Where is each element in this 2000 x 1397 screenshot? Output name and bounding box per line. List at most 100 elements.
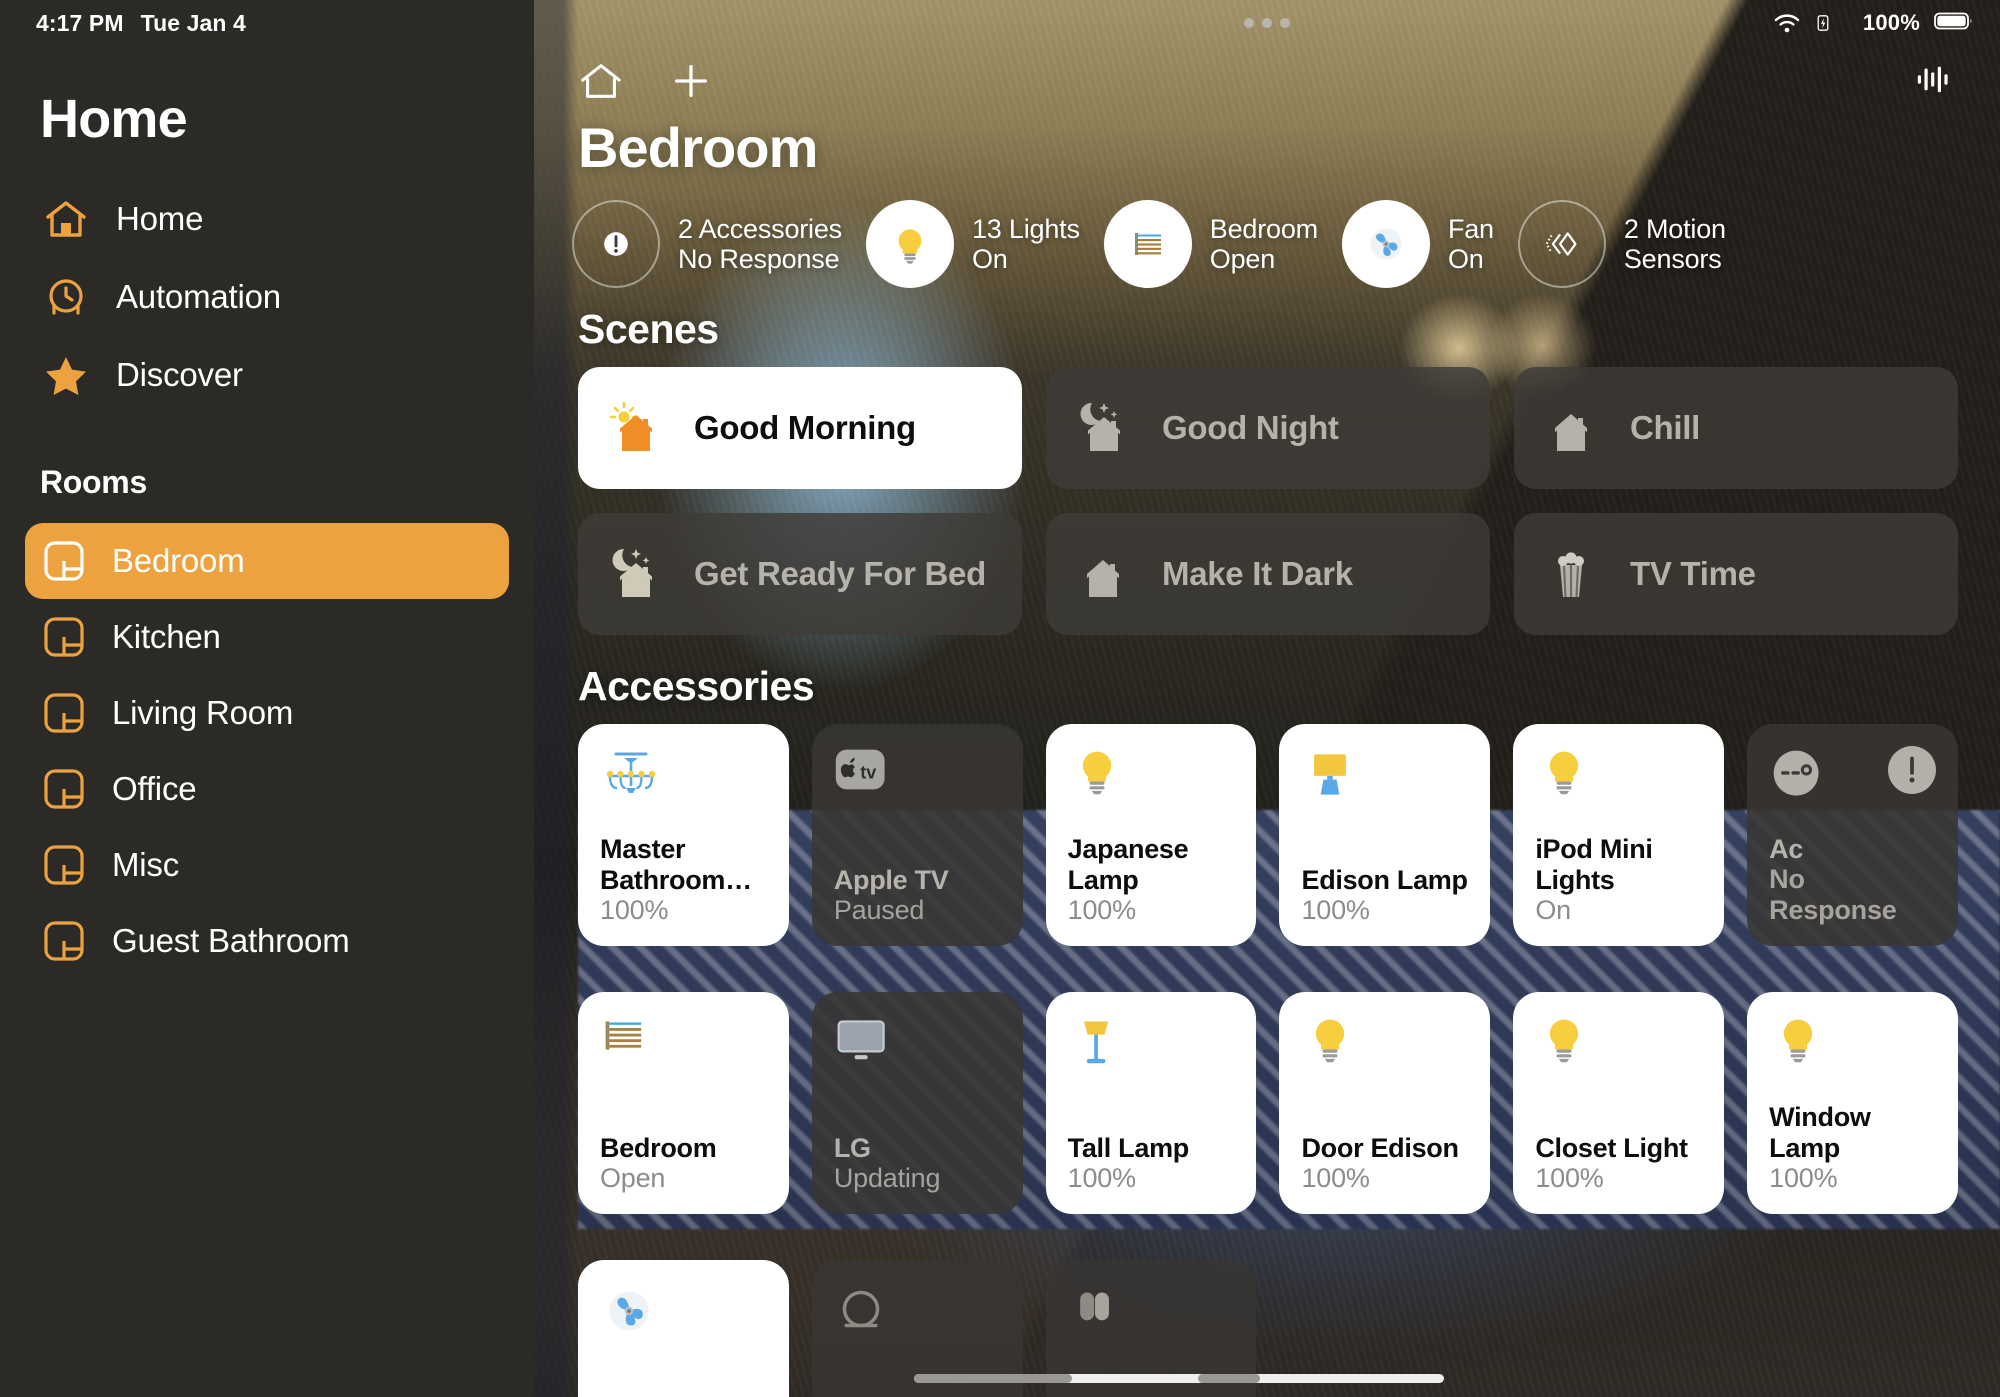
house-icon (1542, 399, 1600, 457)
scene-label: Good Morning (694, 409, 916, 446)
accessory-card-master-bathroom[interactable]: Master Bathroom… 100% (578, 724, 789, 946)
accessory-card-text: Ac No Response (1769, 834, 1938, 926)
speaker-icon (1068, 1282, 1130, 1344)
sidebar-item-automation-label: Automation (116, 278, 281, 315)
scene-label: Make It Dark (1162, 555, 1353, 592)
window-top-bar: 100% (534, 0, 2000, 46)
horizontal-scrollbar[interactable] (914, 1374, 1445, 1383)
tv-icon (834, 1014, 896, 1076)
room-icon (42, 843, 86, 887)
accessory-card-ac[interactable]: Ac No Response (1747, 724, 1958, 946)
accessory-card-door-edison[interactable]: Door Edison 100% (1279, 992, 1491, 1214)
status-pill-line2: Sensors (1623, 244, 1722, 274)
accessory-card-edison-lamp[interactable]: Edison Lamp 100% (1279, 724, 1491, 946)
sidebar-item-guest-bathroom[interactable]: Guest Bathroom (25, 903, 509, 979)
blinds-icon (1103, 200, 1192, 288)
accessory-card-text: Window Lamp 100% (1769, 1102, 1938, 1194)
bulb-icon (1535, 1014, 1597, 1076)
accessory-name: Master Bathroom… (600, 834, 752, 895)
chandelier-icon (600, 746, 662, 808)
room-icon (42, 767, 86, 811)
scene-chill[interactable]: Chill (1514, 367, 1958, 489)
battery-icon (1934, 11, 1974, 36)
status-pill-line1: Fan (1447, 213, 1494, 244)
accessory-state: On (1535, 894, 1571, 925)
plus-icon[interactable] (668, 58, 714, 109)
accessory-card-text: iPod Mini Lights On (1535, 834, 1704, 926)
accessory-card-text: Edison Lamp 100% (1301, 865, 1470, 926)
house-icon[interactable] (578, 58, 624, 109)
appletv-icon: tv (834, 746, 896, 808)
sidebar-item-misc-label: Misc (112, 846, 180, 883)
status-pill-fan[interactable]: Fan On (1341, 200, 1494, 288)
sidebar: 4:17 PM Tue Jan 4 Home Home Automation D… (0, 0, 534, 1397)
floor-lamp-icon (1068, 1014, 1130, 1076)
sidebar-item-misc[interactable]: Misc (25, 827, 509, 903)
accessory-card-text: Closet Light 100% (1535, 1133, 1704, 1194)
sidebar-item-guest-bathroom-label: Guest Bathroom (112, 922, 350, 959)
moon-house-icon (1074, 399, 1132, 457)
sidebar-item-bedroom[interactable]: Bedroom (25, 523, 509, 599)
sidebar-item-discover[interactable]: Discover (0, 336, 534, 414)
sidebar-item-kitchen[interactable]: Kitchen (25, 599, 509, 675)
battery-charging-icon (1815, 13, 1849, 33)
accessory-card-text: Door Edison 100% (1301, 1133, 1470, 1194)
sidebar-item-automation[interactable]: Automation (0, 258, 534, 336)
waveform-icon[interactable] (1914, 60, 1952, 103)
accessory-card-text: Japanese Lamp 100% (1068, 834, 1237, 926)
status-pill-line2: Open (1209, 244, 1276, 274)
multitask-grabber[interactable] (1244, 18, 1290, 28)
sidebar-item-home-label: Home (116, 200, 204, 237)
scene-get-ready-for-bed[interactable]: Get Ready For Bed (578, 513, 1022, 635)
status-pill-lights[interactable]: 13 Lights On (865, 200, 1080, 288)
status-pill-line1: 2 Accessories (678, 213, 842, 244)
scene-tv-time[interactable]: TV Time (1514, 513, 1958, 635)
scene-label: Good Night (1162, 409, 1339, 446)
accessory-card-fan[interactable] (578, 1260, 789, 1397)
accessory-card-text: Bedroom Open (600, 1133, 769, 1194)
sidebar-item-home[interactable]: Home (0, 180, 534, 258)
sidebar-item-living-room-label: Living Room (112, 694, 294, 731)
table-lamp-icon (1301, 746, 1363, 808)
accessory-card-bedroom-blinds[interactable]: Bedroom Open (578, 992, 789, 1214)
sidebar-item-office[interactable]: Office (25, 751, 509, 827)
status-pill-no-response[interactable]: 2 Accessories No Response (572, 200, 842, 288)
accessory-state: 100% (1067, 1162, 1136, 1193)
accessory-card-closet-light[interactable]: Closet Light 100% (1513, 992, 1725, 1214)
accessory-state: No Response (1769, 863, 1897, 925)
accessories-header: Accessories (578, 663, 815, 709)
accessory-state: 100% (1535, 1162, 1604, 1193)
sidebar-item-living-room[interactable]: Living Room (25, 675, 509, 751)
status-pill-motion-sensors[interactable]: 2 Motion Sensors (1517, 200, 1726, 288)
home-app-screen: 4:17 PM Tue Jan 4 Home Home Automation D… (0, 0, 2000, 1397)
scene-good-morning[interactable]: Good Morning (578, 367, 1022, 489)
accessory-state: 100% (1301, 1162, 1370, 1193)
status-pill-text: 2 Motion Sensors (1624, 214, 1726, 274)
sidebar-item-kitchen-label: Kitchen (112, 618, 221, 655)
accessory-card-window-lamp[interactable]: Window Lamp 100% (1747, 992, 1958, 1214)
status-pill-line2: On (971, 244, 1008, 274)
accessory-card-apple-tv[interactable]: tv Apple TV Paused (811, 724, 1023, 946)
scene-make-it-dark[interactable]: Make It Dark (1046, 513, 1490, 635)
accessory-card-japanese-lamp[interactable]: Japanese Lamp 100% (1045, 724, 1257, 946)
bulb-icon (1769, 1014, 1831, 1076)
accessory-name: Bedroom (600, 1132, 717, 1163)
battery-percent: 100% (1862, 10, 1920, 35)
scene-good-night[interactable]: Good Night (1046, 367, 1490, 489)
status-pill-blinds[interactable]: Bedroom Open (1103, 200, 1318, 288)
accessory-card-text: LG Updating (834, 1133, 1003, 1194)
scene-label: Chill (1630, 409, 1700, 446)
accessory-card-text: Apple TV Paused (834, 865, 1003, 926)
accessory-card-lg[interactable]: LG Updating (811, 992, 1023, 1214)
accessory-name: Apple TV (833, 864, 949, 895)
accessory-card-tall-lamp[interactable]: Tall Lamp 100% (1045, 992, 1257, 1214)
page-title: Bedroom (578, 116, 818, 179)
accessory-card-ipod-mini-lights[interactable]: iPod Mini Lights On (1513, 724, 1725, 946)
accessory-name: Window Lamp (1769, 1102, 1871, 1163)
status-pills: 2 Accessories No Response 13 Lights On B… (534, 180, 2000, 288)
status-pill-text: 2 Accessories No Response (678, 214, 842, 274)
status-pill-text: Bedroom Open (1210, 214, 1318, 274)
status-pill-line2: No Response (678, 244, 840, 274)
room-icon (42, 539, 86, 583)
sidebar-item-office-label: Office (112, 770, 197, 807)
